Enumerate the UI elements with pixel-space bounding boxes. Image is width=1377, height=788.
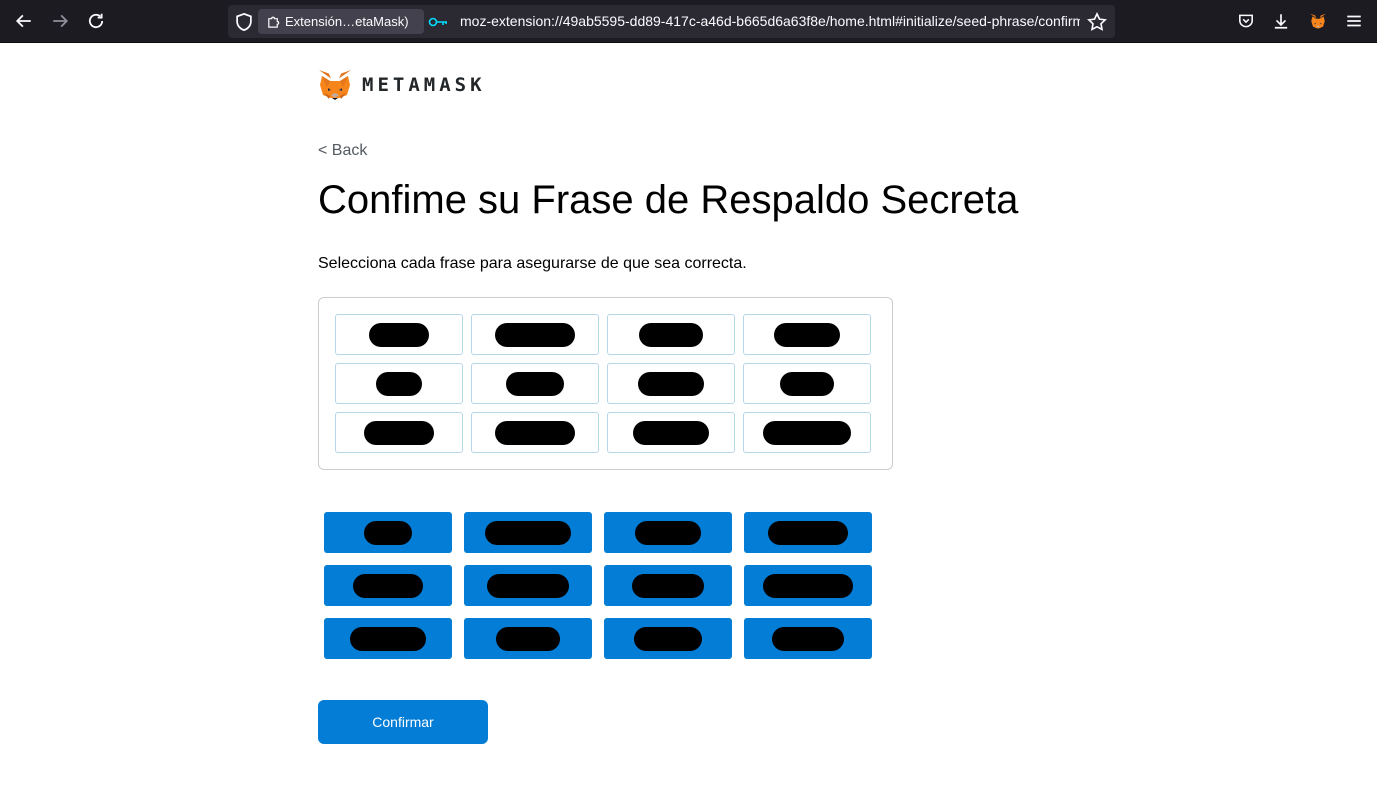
seed-phrase-selection-area	[318, 297, 893, 470]
seed-word-button[interactable]	[604, 565, 732, 606]
selected-word-slot[interactable]	[335, 412, 463, 453]
forward-arrow-icon[interactable]	[45, 6, 75, 36]
seed-word-button[interactable]	[464, 512, 592, 553]
redacted-word	[495, 420, 575, 445]
hamburger-menu-icon[interactable]	[1339, 6, 1369, 36]
redacted-word	[763, 573, 853, 598]
redacted-word	[635, 520, 701, 545]
confirm-button[interactable]: Confirmar	[318, 700, 488, 744]
download-icon[interactable]	[1266, 6, 1296, 36]
selected-word-slot[interactable]	[743, 314, 871, 355]
seed-word-button[interactable]	[324, 512, 452, 553]
redacted-word	[639, 322, 703, 347]
redacted-word	[774, 322, 840, 347]
extension-identity-chip[interactable]: Extensión…etaMask)	[258, 9, 424, 34]
browser-toolbar: Extensión…etaMask) moz-extension://49ab5…	[0, 0, 1377, 43]
metamask-logo: METAMASK	[318, 69, 486, 101]
key-icon[interactable]	[428, 13, 448, 31]
redacted-word	[780, 371, 834, 396]
extension-chip-label: Extensión…etaMask)	[285, 14, 409, 29]
redacted-word	[496, 626, 560, 651]
seed-word-button[interactable]	[744, 618, 872, 659]
redacted-word	[369, 322, 429, 347]
selected-word-slot[interactable]	[743, 363, 871, 404]
redacted-word	[768, 520, 848, 545]
back-link[interactable]: < Back	[318, 142, 367, 160]
back-arrow-icon[interactable]	[9, 6, 39, 36]
metamask-extension-icon[interactable]	[1303, 6, 1333, 36]
seed-word-button[interactable]	[744, 512, 872, 553]
selected-word-slot[interactable]	[471, 363, 599, 404]
selected-word-slot[interactable]	[471, 412, 599, 453]
redacted-word	[763, 420, 851, 445]
fox-logo-icon	[319, 70, 351, 100]
seed-word-button[interactable]	[324, 618, 452, 659]
seed-word-button[interactable]	[604, 512, 732, 553]
seed-word-button[interactable]	[464, 565, 592, 606]
puzzle-icon	[268, 16, 280, 28]
redacted-word	[632, 573, 704, 598]
shield-icon[interactable]	[234, 12, 254, 32]
redacted-word	[487, 573, 569, 598]
selected-word-slot[interactable]	[607, 412, 735, 453]
bookmark-star-icon[interactable]	[1087, 12, 1107, 32]
url-bar[interactable]: Extensión…etaMask) moz-extension://49ab5…	[228, 5, 1115, 38]
redacted-word	[495, 322, 575, 347]
selected-word-slot[interactable]	[607, 363, 735, 404]
redacted-word	[376, 371, 422, 396]
brand-name: METAMASK	[362, 74, 486, 96]
redacted-word	[485, 520, 571, 545]
redacted-word	[353, 573, 423, 598]
page-subtitle: Selecciona cada frase para asegurarse de…	[318, 255, 747, 272]
seed-word-button[interactable]	[604, 618, 732, 659]
redacted-word	[772, 626, 844, 651]
pocket-icon[interactable]	[1231, 6, 1261, 36]
redacted-word	[364, 420, 434, 445]
redacted-word	[633, 420, 709, 445]
selected-word-slot[interactable]	[607, 314, 735, 355]
redacted-word	[634, 626, 702, 651]
seed-word-button[interactable]	[324, 565, 452, 606]
redacted-word	[364, 520, 412, 545]
url-text[interactable]: moz-extension://49ab5595-dd89-417c-a46d-…	[460, 13, 1080, 29]
redacted-word	[350, 626, 426, 651]
seed-word-button[interactable]	[464, 618, 592, 659]
seed-word-button[interactable]	[744, 565, 872, 606]
page-title: Confime su Frase de Respaldo Secreta	[318, 178, 1019, 222]
selected-word-slot[interactable]	[335, 363, 463, 404]
reload-icon[interactable]	[81, 6, 111, 36]
selected-word-slot[interactable]	[335, 314, 463, 355]
redacted-word	[638, 371, 704, 396]
selected-word-slot[interactable]	[471, 314, 599, 355]
selected-word-slot[interactable]	[743, 412, 871, 453]
redacted-word	[506, 371, 564, 396]
